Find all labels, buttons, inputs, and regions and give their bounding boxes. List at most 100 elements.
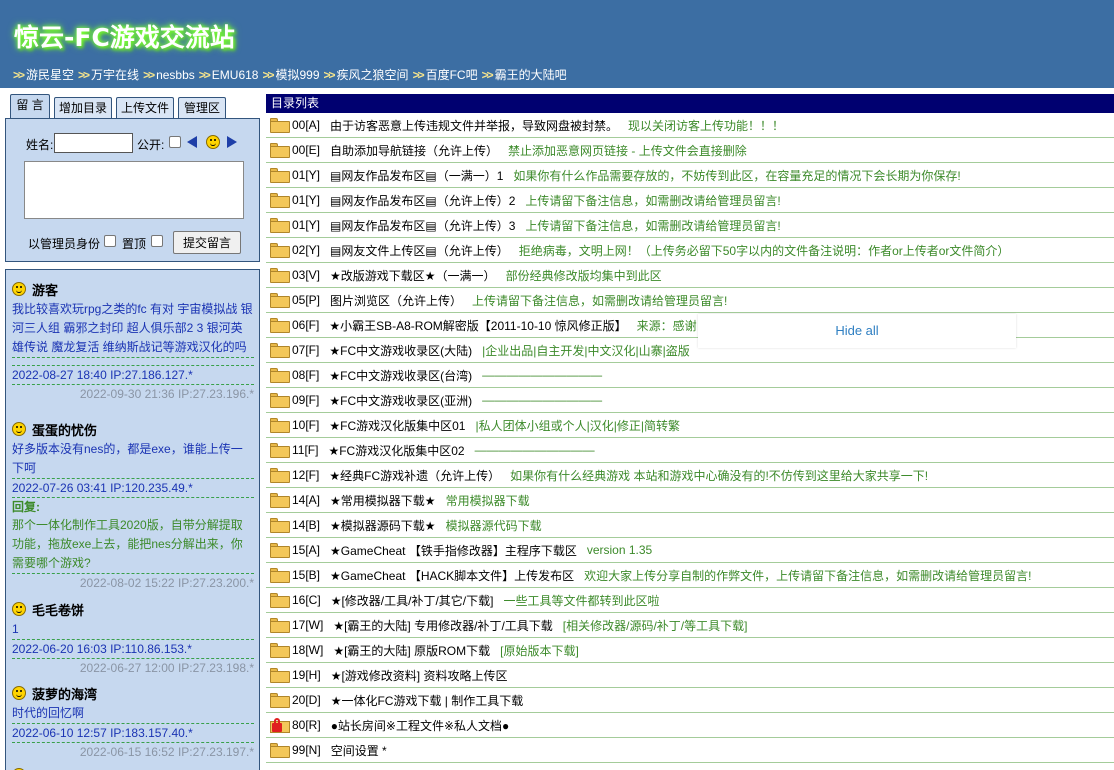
folder-icon	[270, 517, 290, 533]
folder-icon	[270, 217, 290, 233]
directory-description: |企业出品|自主开发|中文汉化|山寨|盗版	[482, 343, 690, 358]
directory-name-link[interactable]: ★[游戏修改资料] 资料攻略上传区	[331, 667, 508, 684]
directory-row[interactable]: 02[Y] ▤网友文件上传区▤（允许上传） 拒绝病毒，文明上网！（上传务必留下50字…	[266, 238, 1114, 263]
folder-icon	[270, 317, 290, 333]
directory-row[interactable]: 80[R] ●站长房间※工程文件※私人文档●	[266, 713, 1114, 738]
directory-name-link[interactable]: ★模拟器源码下载★	[330, 517, 436, 534]
nav-link[interactable]: 万宇在线	[91, 68, 139, 82]
directory-code: 09[F]	[292, 393, 320, 407]
nav-link[interactable]: 百度FC吧	[426, 68, 478, 82]
directory-name-link[interactable]: ★GameCheat 【铁手指修改器】主程序下载区	[330, 542, 577, 559]
directory-name-link[interactable]: ▤网友作品发布区▤（允许上传）3	[330, 217, 515, 234]
smiley-icon[interactable]	[206, 135, 220, 149]
directory-name-link[interactable]: ★常用模拟器下载★	[330, 492, 436, 509]
directory-row[interactable]: 01[Y] ▤网友作品发布区▤（允许上传）3 上传请留下备注信息，如需删改请给管理员…	[266, 213, 1114, 238]
tab-guestbook[interactable]: 留 言	[10, 94, 50, 119]
nav-link[interactable]: 游民星空	[26, 68, 74, 82]
directory-name-link[interactable]: ▤网友作品发布区▤（允许上传）2	[330, 192, 515, 209]
directory-description: 模拟器源代码下载	[445, 518, 542, 533]
message-textarea[interactable]	[24, 161, 244, 219]
directory-row[interactable]: 09[F] ★FC中文游戏收录区(亚洲) ——————————	[266, 388, 1114, 413]
nav-link[interactable]: 霸王的大陆吧	[495, 68, 567, 82]
directory-name-link[interactable]: ▤网友文件上传区▤（允许上传）	[330, 242, 509, 259]
directory-name-link[interactable]: ★改版游戏下载区★（一满一）	[330, 267, 496, 284]
message-author: 毛毛卷饼	[32, 602, 85, 618]
directory-row[interactable]: 12[F] ★经典FC游戏补遗（允许上传） 如果你有什么经典游戏 本站和游戏中心确没…	[266, 463, 1114, 488]
reply-time: 2022-08-02 15:22 IP:27.23.200.*	[12, 573, 254, 592]
directory-name-link[interactable]: ★小霸王SB-A8-ROM解密版【2011-10-10 惊风修正版】	[329, 317, 626, 334]
nav-link[interactable]: 疾风之狼空间	[337, 68, 409, 82]
directory-name-link[interactable]: ★经典FC游戏补遗（允许上传）	[329, 467, 500, 484]
directory-row[interactable]: 14[A] ★常用模拟器下载★ 常用模拟器下载	[266, 488, 1114, 513]
directory-row[interactable]: 05[P] 图片浏览区（允许上传） 上传请留下备注信息，如需删改请给管理员留言!	[266, 288, 1114, 313]
directory-code: 06[F]	[292, 318, 320, 332]
tab-admin[interactable]: 管理区	[178, 97, 226, 118]
directory-description: 禁止添加恶意网页链接 - 上传文件会直接删除	[508, 143, 747, 158]
admin-checkbox[interactable]	[104, 235, 116, 247]
tab-add-directory[interactable]: 增加目录	[54, 97, 112, 118]
directory-name-link[interactable]: 空间设置 *	[331, 742, 387, 759]
folder-icon	[270, 442, 290, 458]
directory-code: 11[F]	[292, 443, 319, 457]
directory-row[interactable]: 18[W] ★[霸王的大陆] 原版ROM下载 [原始版本下载]	[266, 638, 1114, 663]
message-item: 游客 我比较喜欢玩rpg之类的fc 有对 宇宙模拟战 银河三人组 霸邪之封印 超…	[12, 278, 254, 403]
directory-row[interactable]: 03[V] ★改版游戏下载区★（一满一） 部份经典修改版均集中到此区	[266, 263, 1114, 288]
directory-name-link[interactable]: 图片浏览区（允许上传）	[330, 292, 462, 309]
folder-icon	[270, 592, 290, 608]
message-body: 好多版本没有nes的，都是exe，谁能上传一下呵	[12, 442, 243, 475]
directory-row[interactable]: 99[N] 空间设置 *	[266, 738, 1114, 763]
directory-name-link[interactable]: 自助添加导航链接（允许上传）	[330, 142, 498, 159]
submit-message-button[interactable]: 提交留言	[173, 231, 241, 254]
directory-name-link[interactable]: ★FC游戏汉化版集中区01	[329, 417, 465, 434]
directory-row[interactable]: 15[B] ★GameCheat 【HACK脚本文件】上传发布区 欢迎大家上传分享自…	[266, 563, 1114, 588]
directory-row[interactable]: 01[Y] ▤网友作品发布区▤（允许上传）2 上传请留下备注信息，如需删改请给管理员…	[266, 188, 1114, 213]
directory-name-link[interactable]: ★FC中文游戏收录区(亚洲)	[329, 392, 472, 409]
directory-row[interactable]: 17[W] ★[霸王的大陆] 专用修改器/补丁/工具下载 [相关修改器/源码/补丁/…	[266, 613, 1114, 638]
nav-link[interactable]: EMU618	[212, 68, 259, 82]
directory-name-link[interactable]: ●站长房间※工程文件※私人文档●	[331, 717, 510, 734]
directory-name-link[interactable]: ★一体化FC游戏下载 | 制作工具下载	[331, 692, 524, 709]
directory-header: 目录列表	[266, 94, 1114, 113]
directory-row[interactable]: 15[A] ★GameCheat 【铁手指修改器】主程序下载区 version 1.…	[266, 538, 1114, 563]
smiley-icon	[12, 602, 26, 616]
directory-row[interactable]: 00[E] 自助添加导航链接（允许上传） 禁止添加恶意网页链接 - 上传文件会直接删…	[266, 138, 1114, 163]
nav-arrow-icon: >>	[198, 68, 211, 82]
right-triangle-icon[interactable]	[227, 136, 237, 148]
nav-link[interactable]: 模拟999	[276, 68, 320, 82]
directory-name-link[interactable]: ★FC中文游戏收录区(大陆)	[329, 342, 472, 359]
directory-name-link[interactable]: ★FC中文游戏收录区(台湾)	[329, 367, 472, 384]
name-input[interactable]	[54, 133, 133, 153]
nav-arrow-icon: >>	[323, 68, 336, 82]
directory-name-link[interactable]: 由于访客恶意上传违规文件并举报，导致网盘被封禁。	[330, 117, 618, 134]
directory-name-link[interactable]: ★[霸王的大陆] 原版ROM下载	[333, 642, 490, 659]
directory-row[interactable]: 14[B] ★模拟器源码下载★ 模拟器源代码下载	[266, 513, 1114, 538]
folder-icon	[270, 292, 290, 308]
directory-name-link[interactable]: ★FC游戏汉化版集中区02	[328, 442, 464, 459]
directory-row[interactable]: 00[A] 由于访客恶意上传违规文件并举报，导致网盘被封禁。 现以关闭访客上传功能！…	[266, 113, 1114, 138]
message-meta: 2022-07-26 03:41 IP:120.235.49.*	[12, 478, 254, 497]
directory-name-link[interactable]: ★[霸王的大陆] 专用修改器/补丁/工具下载	[333, 617, 552, 634]
pin-checkbox[interactable]	[151, 235, 163, 247]
directory-row[interactable]: 20[D] ★一体化FC游戏下载 | 制作工具下载	[266, 688, 1114, 713]
directory-row[interactable]: 11[F] ★FC游戏汉化版集中区02 ——————————	[266, 438, 1114, 463]
nav-link[interactable]: nesbbs	[156, 68, 195, 82]
tab-upload-file[interactable]: 上传文件	[116, 97, 174, 118]
directory-row[interactable]: 19[H] ★[游戏修改资料] 资料攻略上传区	[266, 663, 1114, 688]
site-title: 惊云-FC游戏交流站	[14, 23, 235, 52]
directory-code: 12[F]	[292, 468, 320, 482]
directory-description: 拒绝病毒，文明上网！（上传务必留下50字以内的文件备注说明：作者or上传者or文…	[518, 243, 1010, 258]
directory-row[interactable]: 08[F] ★FC中文游戏收录区(台湾) ——————————	[266, 363, 1114, 388]
directory-row[interactable]: 10[F] ★FC游戏汉化版集中区01 |私人团体小组或个人|汉化|修正|简转繁	[266, 413, 1114, 438]
directory-name-link[interactable]: ▤网友作品发布区▤（一满一）1	[330, 167, 503, 184]
directory-name-link[interactable]: ★GameCheat 【HACK脚本文件】上传发布区	[330, 567, 574, 584]
nav-arrow-icon: >>	[78, 68, 90, 82]
directory-row[interactable]: 16[C] ★[修改器/工具/补丁/其它/下载] 一些工具等文件都转到此区啦	[266, 588, 1114, 613]
hide-all-button[interactable]: Hide all	[698, 314, 1016, 348]
directory-row[interactable]: 01[Y] ▤网友作品发布区▤（一满一）1 如果你有什么作品需要存放的，不妨传到此区…	[266, 163, 1114, 188]
nav-links: >> 游民星空 >> 万宇在线 >> nesbbs >> EMU618 >> 模拟999 >> 疾风之…	[13, 66, 571, 83]
left-triangle-icon[interactable]	[187, 136, 197, 148]
folder-icon	[270, 692, 290, 708]
public-checkbox[interactable]	[169, 136, 181, 148]
directory-name-link[interactable]: ★[修改器/工具/补丁/其它/下载]	[331, 592, 494, 609]
message-item	[12, 764, 254, 770]
